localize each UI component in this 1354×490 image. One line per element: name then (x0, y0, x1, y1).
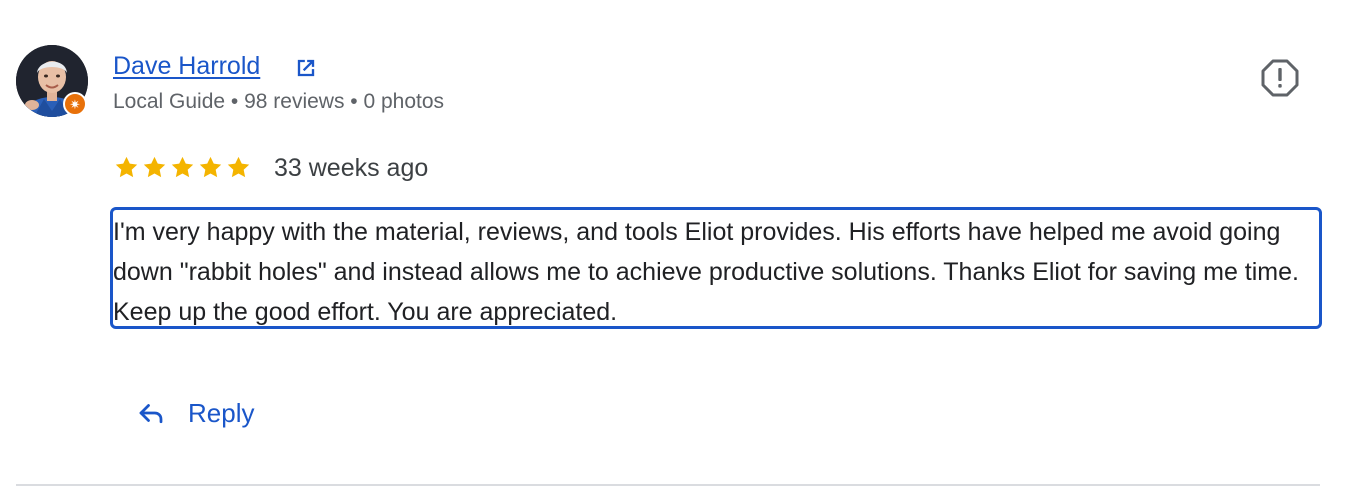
review-date: 33 weeks ago (274, 154, 429, 182)
open-in-new-icon[interactable] (292, 54, 320, 82)
star-icon (143, 156, 166, 177)
reply-label: Reply (188, 398, 255, 428)
star-icon (227, 156, 250, 177)
star-rating (113, 151, 252, 183)
review-text: I'm very happy with the material, review… (110, 207, 1322, 329)
reviewer-name-link[interactable]: Dave Harrold (113, 50, 260, 82)
reply-button[interactable]: Reply (136, 392, 254, 434)
reviewer-meta: Local Guide • 98 reviews • 0 photos (113, 90, 445, 113)
report-alert-icon[interactable] (1260, 58, 1300, 98)
star-icon (115, 156, 138, 177)
divider (16, 484, 1320, 486)
star-icon (171, 156, 194, 177)
star-icon (199, 156, 222, 177)
local-guide-star-icon: ✷ (63, 92, 87, 116)
reviewer-avatar[interactable]: ✷ (16, 45, 88, 117)
review-card: ✷ Dave Harrold Local Guide • 98 reviews … (0, 0, 1354, 490)
reply-arrow-icon (139, 404, 163, 424)
